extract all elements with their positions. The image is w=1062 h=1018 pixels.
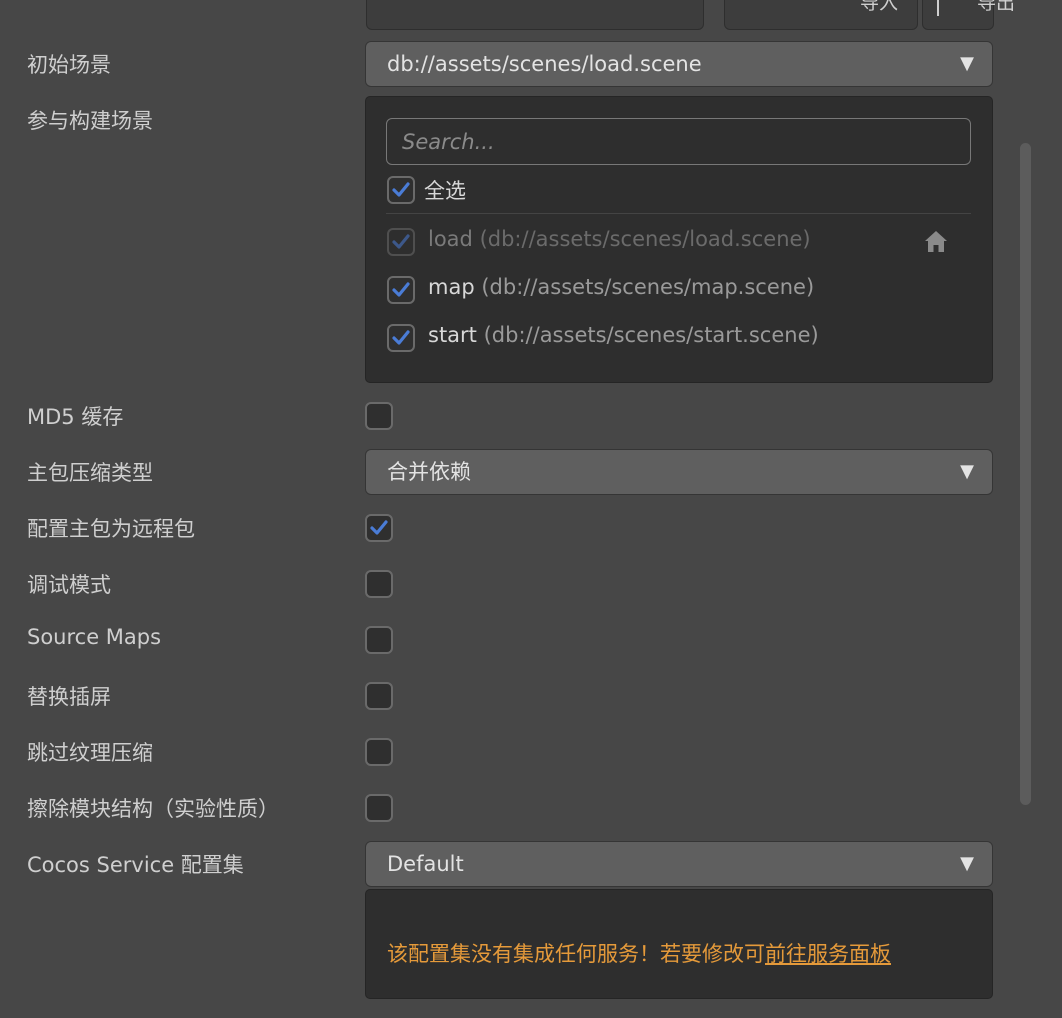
- start-scene-value: db://assets/scenes/load.scene: [387, 52, 702, 76]
- service-warning: 该配置集没有集成任何服务！若要修改可前往服务面板: [387, 938, 891, 968]
- open-service-panel-link[interactable]: 前往服务面板: [765, 942, 891, 966]
- top-field-left[interactable]: [366, 0, 704, 30]
- scene-search-input[interactable]: [387, 119, 970, 164]
- scene-item-name: map: [428, 275, 475, 299]
- build-scenes-label: 参与构建场景: [27, 109, 153, 133]
- cocos-service-label: Cocos Service 配置集: [27, 853, 244, 877]
- checkmark-icon: [392, 282, 410, 297]
- select-all-checkbox[interactable]: [387, 176, 415, 204]
- import-button[interactable]: 导入: [860, 0, 898, 18]
- start-scene-select[interactable]: db://assets/scenes/load.scene ▼: [365, 41, 993, 87]
- scene-search[interactable]: [386, 118, 971, 165]
- export-button[interactable]: 导出: [977, 0, 1015, 18]
- scene-item-load-checkbox[interactable]: [387, 228, 415, 256]
- scene-item-path: (db://assets/scenes/start.scene): [483, 323, 819, 347]
- skip-texture-compression-label: 跳过纹理压缩: [27, 741, 153, 765]
- scene-item-name: load: [428, 227, 473, 251]
- main-bundle-compression-select[interactable]: 合并依赖 ▼: [365, 449, 993, 495]
- main-bundle-compression-value: 合并依赖: [387, 460, 471, 484]
- scene-item-map: map (db://assets/scenes/map.scene): [428, 275, 814, 299]
- source-maps-label: Source Maps: [27, 625, 162, 649]
- checkmark-icon: [392, 330, 410, 345]
- scene-item-map-checkbox[interactable]: [387, 276, 415, 304]
- md5-cache-label: MD5 缓存: [27, 405, 124, 429]
- home-icon: [923, 229, 949, 257]
- erase-module-structure-label: 擦除模块结构（实验性质）: [27, 797, 279, 821]
- top-divider: [937, 0, 939, 16]
- skip-texture-compression-checkbox[interactable]: [365, 738, 393, 766]
- start-scene-label: 初始场景: [27, 53, 111, 77]
- source-maps-checkbox[interactable]: [365, 626, 393, 654]
- select-all-label: 全选: [424, 179, 466, 203]
- dropdown-arrow-icon: ▼: [960, 461, 974, 482]
- scene-item-path: (db://assets/scenes/load.scene): [479, 227, 811, 251]
- service-warning-text: 该配置集没有集成任何服务！若要修改可: [387, 942, 765, 966]
- scene-item-name: start: [428, 323, 477, 347]
- replace-splash-label: 替换插屏: [27, 685, 111, 709]
- checkmark-icon: [370, 520, 388, 535]
- checkmark-icon: [392, 234, 410, 249]
- debug-mode-checkbox[interactable]: [365, 570, 393, 598]
- remote-bundle-checkbox[interactable]: [365, 514, 393, 542]
- debug-mode-label: 调试模式: [27, 573, 111, 597]
- scene-item-load: load (db://assets/scenes/load.scene): [428, 227, 811, 251]
- dropdown-arrow-icon: ▼: [960, 853, 974, 874]
- replace-splash-checkbox[interactable]: [365, 682, 393, 710]
- scene-item-start: start (db://assets/scenes/start.scene): [428, 323, 819, 347]
- main-bundle-compression-label: 主包压缩类型: [27, 461, 153, 485]
- checkmark-icon: [392, 182, 410, 197]
- cocos-service-value: Default: [387, 852, 464, 876]
- remote-bundle-label: 配置主包为远程包: [27, 517, 195, 541]
- scene-item-path: (db://assets/scenes/map.scene): [481, 275, 815, 299]
- scene-item-start-checkbox[interactable]: [387, 324, 415, 352]
- scene-list-divider: [386, 213, 971, 214]
- scrollbar-thumb[interactable]: [1020, 143, 1031, 805]
- md5-cache-checkbox[interactable]: [365, 402, 393, 430]
- erase-module-structure-checkbox[interactable]: [365, 794, 393, 822]
- dropdown-arrow-icon: ▼: [960, 53, 974, 74]
- cocos-service-select[interactable]: Default ▼: [365, 841, 993, 887]
